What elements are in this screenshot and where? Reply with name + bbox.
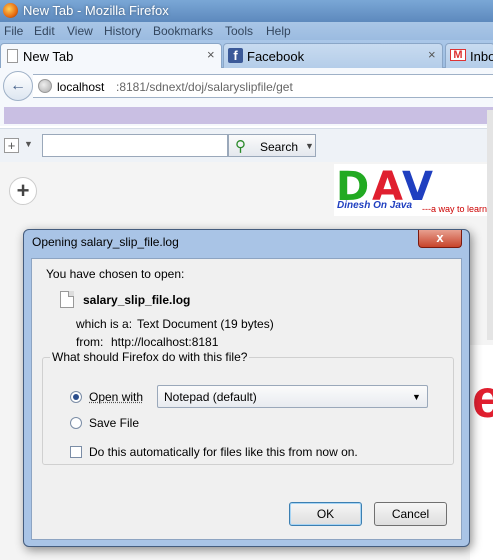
dav-logo: D A V Dinesh On Java ---a way to learn (334, 164, 493, 216)
tab-label: New Tab (23, 49, 74, 64)
menu-history[interactable]: History (104, 24, 141, 38)
chosen-text: You have chosen to open: (46, 267, 185, 281)
back-button[interactable]: ← (3, 71, 33, 101)
close-icon: x (436, 230, 444, 245)
gmail-icon: M (450, 49, 466, 61)
close-button[interactable]: x (418, 230, 462, 248)
url-bar[interactable]: localhost :8181/sdnext/doj/salaryslipfil… (33, 74, 493, 98)
search-toolbar: + ▼ ⚲ Search ▼ (0, 128, 493, 162)
tab-label: Inbo (470, 49, 493, 64)
url-host: localhost (57, 80, 105, 94)
close-tab-icon[interactable]: × (207, 47, 215, 62)
chevron-down-icon[interactable]: ▼ (305, 141, 314, 151)
logo-subtitle: Dinesh On Java (337, 200, 413, 211)
tab-label: Facebook (247, 49, 305, 64)
from-value: http://localhost:8181 (111, 335, 219, 349)
search-input[interactable] (42, 134, 228, 157)
background-logo-fragment: e (472, 369, 493, 429)
search-icon: ⚲ (235, 138, 246, 155)
open-with-label[interactable]: Open with (89, 390, 143, 404)
page-scrollbar[interactable] (487, 110, 493, 340)
menu-bookmarks[interactable]: Bookmarks (153, 24, 213, 38)
save-file-label[interactable]: Save File (89, 416, 139, 430)
which-is-value: Text Document (19 bytes) (137, 317, 274, 331)
menu-tools[interactable]: Tools (225, 24, 253, 38)
menu-view[interactable]: View (67, 24, 93, 38)
bookmarks-bar-fill (4, 107, 493, 124)
page-icon (7, 49, 18, 63)
add-tile-icon[interactable]: + (9, 177, 37, 205)
open-with-radio[interactable] (70, 391, 82, 403)
menu-file[interactable]: File (4, 24, 23, 38)
save-file-radio[interactable] (70, 417, 82, 429)
tab-strip: New Tab × f Facebook × M Inbo (0, 40, 493, 68)
file-icon (60, 291, 74, 308)
menu-help[interactable]: Help (266, 24, 291, 38)
window-title: New Tab - Mozilla Firefox (23, 3, 169, 18)
dialog-body: You have chosen to open: salary_slip_fil… (31, 258, 462, 540)
title-bar: New Tab - Mozilla Firefox (0, 0, 493, 22)
tab-facebook[interactable]: f Facebook × (223, 43, 443, 68)
auto-checkbox[interactable] (70, 446, 82, 458)
ok-button[interactable]: OK (289, 502, 362, 526)
from-label: from: (76, 335, 104, 349)
dialog-title: Opening salary_slip_file.log (32, 235, 179, 249)
url-path: :8181/sdnext/doj/salaryslipfile/get (116, 80, 293, 94)
open-with-app: Notepad (default) (164, 390, 257, 404)
search-button-label: Search (260, 140, 299, 154)
back-arrow-icon: ← (10, 77, 26, 94)
open-file-dialog: Opening salary_slip_file.log x You have … (23, 229, 470, 547)
logo-tagline: ---a way to learn (422, 204, 488, 214)
tab-inbox[interactable]: M Inbo (445, 43, 493, 68)
bookmarks-toolbar (0, 104, 493, 126)
tab-new-tab[interactable]: New Tab × (0, 43, 222, 68)
menu-edit[interactable]: Edit (34, 24, 55, 38)
globe-icon (38, 79, 52, 93)
action-question: What should Firefox do with this file? (50, 350, 250, 364)
open-with-select[interactable]: Notepad (default) ▼ (157, 385, 428, 408)
chevron-down-icon: ▼ (412, 392, 421, 402)
filename: salary_slip_file.log (83, 293, 191, 307)
which-is-label: which is a: (76, 317, 133, 331)
firefox-icon[interactable] (3, 3, 18, 18)
close-tab-icon[interactable]: × (428, 47, 436, 62)
navigation-bar: ← localhost :8181/sdnext/doj/salaryslipf… (0, 68, 493, 104)
auto-label[interactable]: Do this automatically for files like thi… (89, 445, 358, 459)
cancel-button[interactable]: Cancel (374, 502, 447, 526)
dropdown-arrow-icon[interactable]: ▼ (24, 139, 33, 149)
menu-bar: File Edit View History Bookmarks Tools H… (0, 22, 493, 40)
facebook-icon: f (228, 48, 243, 63)
search-button[interactable]: ⚲ Search ▼ (228, 134, 316, 157)
add-icon[interactable]: + (4, 138, 19, 153)
